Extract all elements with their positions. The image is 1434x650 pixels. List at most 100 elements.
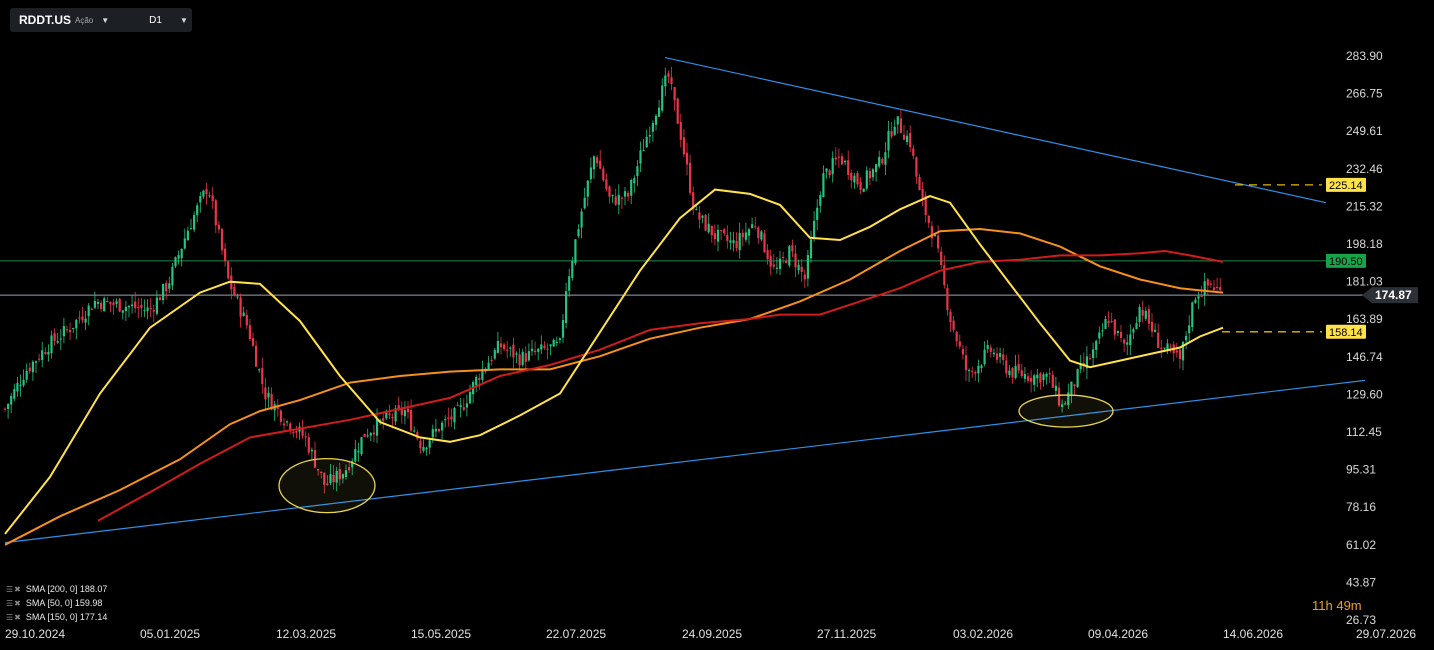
candle-body xyxy=(239,297,242,317)
timeframe-selector[interactable]: D1 xyxy=(149,15,162,26)
legend-settings-icon[interactable]: ☰✖ xyxy=(6,585,22,594)
candle-body xyxy=(828,170,831,176)
candle-body xyxy=(527,351,530,361)
candle-body xyxy=(586,180,589,197)
candle-body xyxy=(633,178,636,184)
candle-body xyxy=(791,245,794,252)
legend-sma200[interactable]: ☰✖ SMA [200, 0] 188.07 xyxy=(6,584,107,594)
candle-body xyxy=(1194,299,1197,303)
candle-body xyxy=(93,300,96,308)
candle-body xyxy=(720,230,723,232)
y-tick-label: 249.61 xyxy=(1346,124,1383,138)
candle-body xyxy=(760,231,763,240)
candle-body xyxy=(413,430,416,432)
candle-body xyxy=(205,189,208,195)
candle-body xyxy=(614,196,617,205)
candle-body xyxy=(261,368,264,385)
candle-body xyxy=(1048,373,1051,375)
symbol-toolbar[interactable]: RDDT.US Ação ▼ D1 ▼ xyxy=(10,8,192,32)
candle-body xyxy=(645,136,648,148)
candle-body xyxy=(425,447,428,450)
candle-body xyxy=(1138,307,1141,323)
candle-body xyxy=(865,170,868,189)
candle-body xyxy=(958,341,961,347)
candle-body xyxy=(555,341,558,343)
candle-body xyxy=(1054,385,1057,391)
candle-body xyxy=(264,387,267,400)
candle-body xyxy=(983,349,986,365)
candle-body xyxy=(853,175,856,183)
candle-body xyxy=(1216,286,1219,288)
y-tick-label: 43.87 xyxy=(1346,575,1376,589)
candle-body xyxy=(286,421,289,423)
candle-body xyxy=(974,372,977,374)
candle-body xyxy=(989,347,992,352)
candle-body xyxy=(704,215,707,231)
candle-body xyxy=(146,307,149,311)
instrument-type: Ação xyxy=(75,15,94,25)
candle-body xyxy=(667,73,670,77)
candle-body xyxy=(53,333,56,341)
candle-body xyxy=(676,98,679,124)
candle-body xyxy=(1088,358,1092,360)
candle-body xyxy=(636,166,639,177)
candle-body xyxy=(927,215,930,224)
candle-body xyxy=(968,369,971,372)
candle-body xyxy=(1017,363,1020,371)
candle-body xyxy=(754,226,757,228)
candle-body xyxy=(980,365,983,368)
candle-body xyxy=(800,266,803,273)
candle-body xyxy=(304,436,307,438)
candle-body xyxy=(196,205,199,216)
candle-body xyxy=(72,327,75,329)
candle-body xyxy=(887,130,890,151)
candle-body xyxy=(859,181,862,190)
symbol-name[interactable]: RDDT.US xyxy=(19,13,71,27)
candle-body xyxy=(301,428,304,436)
y-tick-label: 129.60 xyxy=(1346,387,1383,401)
candle-body xyxy=(162,283,165,301)
candle-body xyxy=(794,253,797,268)
price-tag-label: 190.50 xyxy=(1329,256,1363,268)
legend-settings-icon[interactable]: ☰✖ xyxy=(6,613,22,622)
candle-body xyxy=(664,75,667,87)
price-chart[interactable]: 283.90 266.75 249.61 232.46 215.32 198.18 181.… xyxy=(0,0,1434,650)
candle-body xyxy=(84,318,87,323)
chevron-down-icon[interactable]: ▼ xyxy=(180,16,188,25)
candle-body xyxy=(41,350,44,361)
candle-body xyxy=(1209,283,1212,285)
candle-body xyxy=(921,188,924,199)
candle-body xyxy=(360,437,363,455)
candle-body xyxy=(682,137,685,155)
candle-body xyxy=(884,152,887,165)
price-tag-label: 225.14 xyxy=(1329,180,1363,192)
candle-body xyxy=(292,431,295,434)
candle-body xyxy=(1132,329,1135,333)
candle-body xyxy=(217,224,220,230)
candle-body xyxy=(90,308,93,310)
legend-settings-icon[interactable]: ☰✖ xyxy=(6,599,22,608)
candle-body xyxy=(112,302,115,305)
candle-body xyxy=(803,274,806,280)
legend-sma150[interactable]: ☰✖ SMA [150, 0] 177.14 xyxy=(6,612,107,622)
chevron-down-icon[interactable]: ▼ xyxy=(101,16,109,25)
candle-body xyxy=(1045,373,1048,377)
candle-body xyxy=(583,197,586,209)
candle-body xyxy=(639,150,642,164)
candle-countdown: 11h 49m xyxy=(1312,598,1362,613)
candle-body xyxy=(890,131,893,137)
candle-body xyxy=(561,319,565,338)
candle-body xyxy=(1212,287,1216,291)
candle-body xyxy=(673,87,676,101)
candle-body xyxy=(912,148,915,156)
candle-body xyxy=(248,325,251,340)
legend-sma50[interactable]: ☰✖ SMA [50, 0] 159.98 xyxy=(6,598,102,608)
candle-body xyxy=(1051,374,1054,388)
candle-body xyxy=(143,310,146,312)
candle-body xyxy=(834,157,837,160)
candle-body xyxy=(661,85,664,111)
candle-body xyxy=(602,168,605,181)
candle-body xyxy=(357,450,360,453)
candle-body xyxy=(165,282,168,292)
candle-body xyxy=(902,134,906,140)
